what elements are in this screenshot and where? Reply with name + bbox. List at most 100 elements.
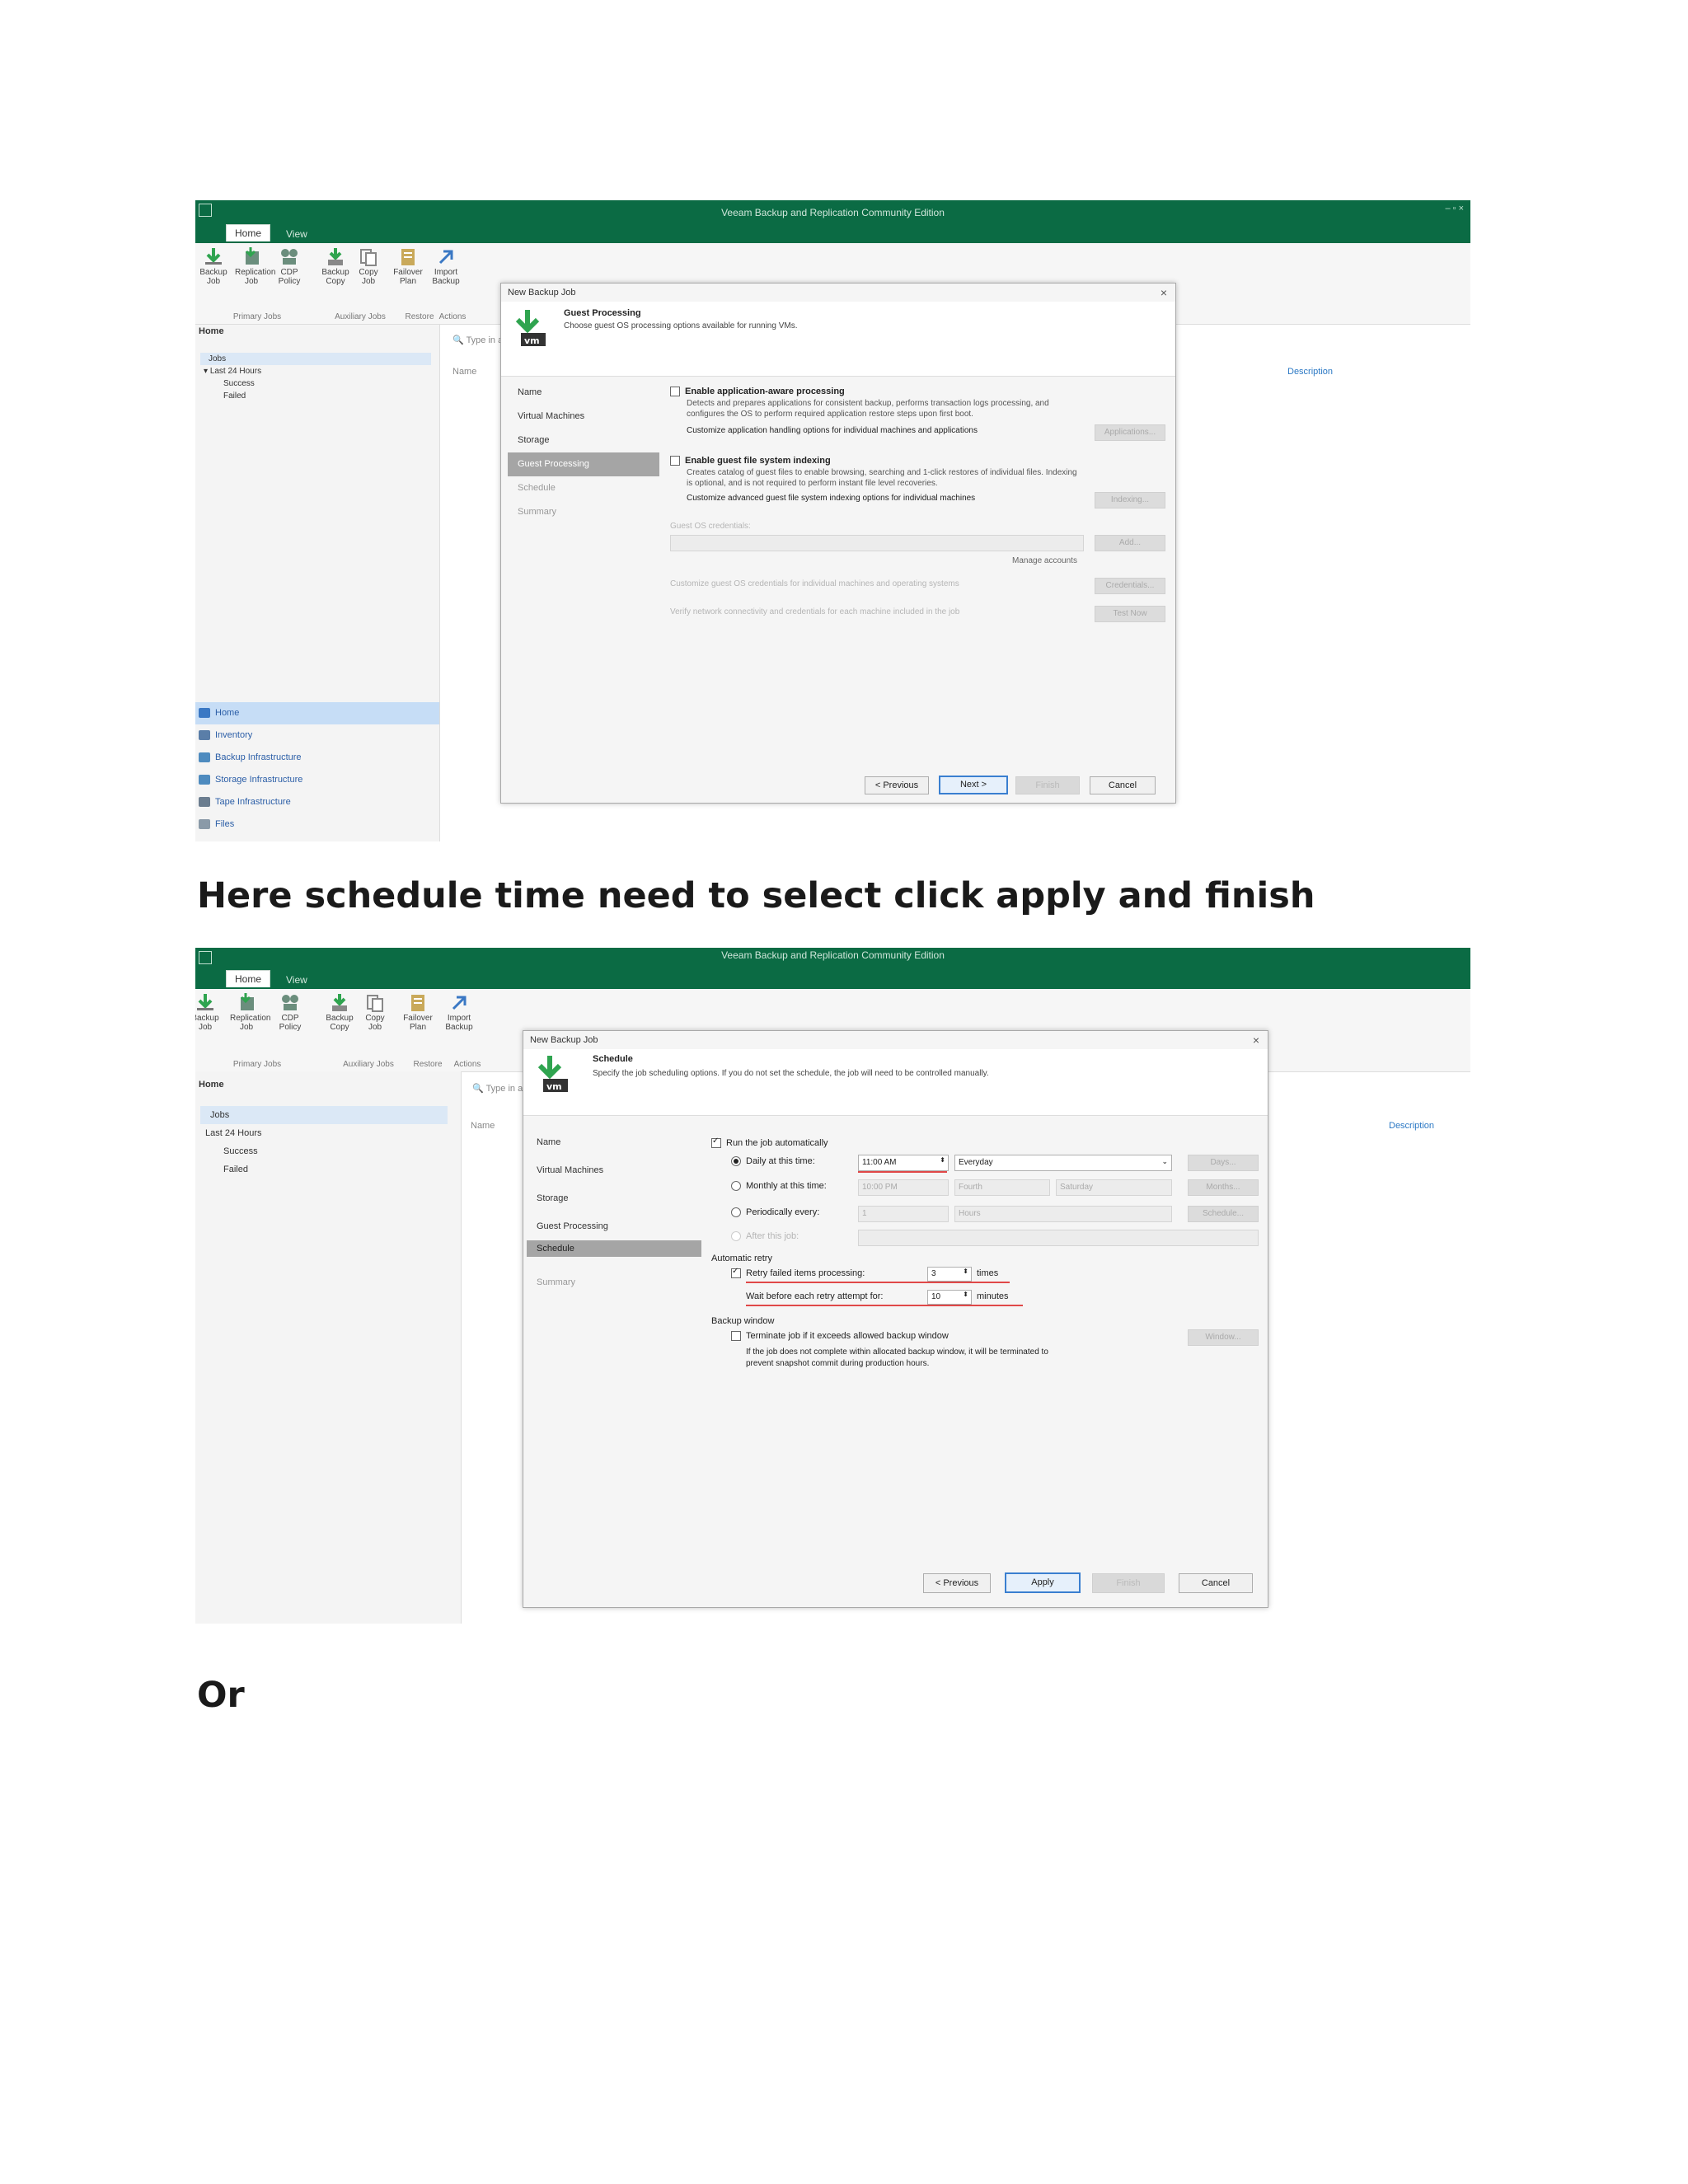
copy-job-button[interactable]: Copy Job [359, 992, 392, 1032]
run-automatically-checkbox[interactable] [711, 1137, 721, 1149]
months-button[interactable]: Months... [1188, 1179, 1259, 1196]
cancel-button[interactable]: Cancel [1179, 1573, 1253, 1593]
daily-frequency-select[interactable]: Everyday ⌄ [954, 1155, 1172, 1171]
step-guest-processing[interactable]: Guest Processing [508, 452, 659, 476]
backup-copy-button[interactable]: Backup Copy [319, 246, 352, 286]
tree-item-failed[interactable]: Failed [200, 1160, 448, 1179]
app-menu-icon[interactable] [199, 204, 212, 217]
monthly-time-field[interactable]: 10:00 PM [858, 1179, 949, 1196]
step-summary[interactable]: Summary [508, 500, 659, 524]
cancel-button[interactable]: Cancel [1090, 776, 1156, 794]
credentials-button[interactable]: Credentials... [1095, 578, 1165, 594]
step-name[interactable]: Name [527, 1128, 701, 1156]
app-menu-icon[interactable] [199, 951, 212, 964]
backup-copy-button[interactable]: Backup Copy [323, 992, 356, 1032]
step-schedule[interactable]: Schedule [508, 476, 659, 500]
import-backup-button[interactable]: Import Backup [443, 992, 476, 1032]
step-storage[interactable]: Storage [508, 429, 659, 452]
failover-plan-button[interactable]: Failover Plan [401, 992, 434, 1032]
after-job-option[interactable]: After this job: [731, 1231, 799, 1242]
step-schedule[interactable]: Schedule [527, 1240, 701, 1257]
finish-button[interactable]: Finish [1015, 776, 1080, 794]
failover-plan-button[interactable]: Failover Plan [392, 246, 424, 286]
terminate-option[interactable]: Terminate job if it exceeds allowed back… [731, 1331, 949, 1342]
periodic-radio[interactable] [731, 1207, 741, 1218]
nav-inventory[interactable]: Inventory [195, 724, 439, 747]
daily-radio[interactable] [731, 1156, 741, 1167]
monthly-option[interactable]: Monthly at this time: [731, 1181, 827, 1192]
apply-button[interactable]: Apply [1005, 1572, 1081, 1593]
applications-button[interactable]: Applications... [1095, 424, 1165, 441]
step-virtual-machines[interactable]: Virtual Machines [508, 405, 659, 429]
finish-button[interactable]: Finish [1092, 1573, 1165, 1593]
monthly-day-select[interactable]: Saturday [1056, 1179, 1172, 1196]
nav-backup-infrastructure[interactable]: Backup Infrastructure [195, 747, 439, 769]
tree-item-failed[interactable]: Failed [200, 390, 431, 402]
add-credentials-button[interactable]: Add... [1095, 535, 1165, 551]
tree-item-last-24-hours[interactable]: Last 24 Hours [200, 1124, 448, 1142]
window-controls[interactable]: – ▫ × [1445, 204, 1464, 213]
daily-time-field[interactable]: 11:00 AM ⬍ [858, 1155, 949, 1171]
monthly-radio[interactable] [731, 1181, 741, 1192]
nav-tape-infrastructure[interactable]: Tape Infrastructure [195, 791, 439, 813]
retry-count-field[interactable]: 3 ⬍ [927, 1267, 972, 1282]
spin-icon[interactable]: ⬍ [940, 1156, 945, 1164]
spin-icon[interactable]: ⬍ [963, 1268, 968, 1275]
schedule-button[interactable]: Schedule... [1188, 1206, 1259, 1222]
tree-item-jobs[interactable]: Jobs [200, 1106, 448, 1124]
step-summary[interactable]: Summary [527, 1268, 701, 1296]
column-name[interactable]: Name [471, 1121, 495, 1131]
indexing-button[interactable]: Indexing... [1095, 492, 1165, 509]
tab-home[interactable]: Home [226, 224, 271, 241]
close-icon[interactable]: × [1253, 1033, 1259, 1047]
tab-view[interactable]: View [278, 226, 316, 242]
previous-button[interactable]: < Previous [923, 1573, 991, 1593]
run-automatically-option[interactable]: Run the job automatically [711, 1137, 828, 1149]
indexing-option[interactable]: Enable guest file system indexing [670, 456, 831, 466]
backup-job-button[interactable]: Backup Job [197, 246, 230, 286]
cdp-policy-button[interactable]: CDP Policy [274, 992, 307, 1032]
nav-files[interactable]: Files [195, 813, 439, 836]
window-button[interactable]: Window... [1188, 1329, 1259, 1346]
step-storage[interactable]: Storage [527, 1184, 701, 1212]
retry-option[interactable]: Retry failed items processing: [731, 1267, 865, 1279]
close-icon[interactable]: × [1160, 286, 1167, 299]
app-aware-checkbox[interactable] [670, 387, 680, 397]
monthly-week-select[interactable]: Fourth [954, 1179, 1050, 1196]
after-job-radio[interactable] [731, 1231, 741, 1242]
step-virtual-machines[interactable]: Virtual Machines [527, 1156, 701, 1184]
daily-option[interactable]: Daily at this time: [731, 1156, 815, 1167]
tree-item-last-24-hours[interactable]: ▾ Last 24 Hours [200, 365, 431, 377]
previous-button[interactable]: < Previous [865, 776, 929, 794]
retry-checkbox[interactable] [731, 1267, 741, 1279]
terminate-checkbox[interactable] [731, 1331, 741, 1342]
tree-item-jobs[interactable]: Jobs [200, 353, 431, 365]
nav-home[interactable]: Home [195, 702, 439, 724]
tab-home[interactable]: Home [226, 970, 271, 987]
days-button[interactable]: Days... [1188, 1155, 1259, 1171]
replication-job-button[interactable]: Replication Job [235, 246, 275, 286]
periodic-unit-select[interactable]: Hours [954, 1206, 1172, 1222]
step-guest-processing[interactable]: Guest Processing [527, 1212, 701, 1240]
indexing-checkbox[interactable] [670, 456, 680, 466]
spin-icon[interactable]: ⬍ [963, 1291, 968, 1298]
cdp-policy-button[interactable]: CDP Policy [273, 246, 306, 286]
manage-accounts-link[interactable]: Manage accounts [1012, 556, 1077, 565]
test-now-button[interactable]: Test Now [1095, 606, 1165, 622]
periodic-option[interactable]: Periodically every: [731, 1207, 819, 1218]
backup-job-button[interactable]: Backup Job [195, 992, 222, 1032]
tree-item-success[interactable]: Success [200, 377, 431, 390]
column-name[interactable]: Name [452, 367, 476, 377]
import-backup-button[interactable]: Import Backup [429, 246, 462, 286]
after-job-select[interactable] [858, 1230, 1259, 1246]
tab-view[interactable]: View [278, 972, 316, 988]
nav-storage-infrastructure[interactable]: Storage Infrastructure [195, 769, 439, 791]
app-aware-option[interactable]: Enable application-aware processing [670, 387, 845, 397]
column-description[interactable]: Description [1389, 1121, 1434, 1131]
tree-item-success[interactable]: Success [200, 1142, 448, 1160]
copy-job-button[interactable]: Copy Job [352, 246, 385, 286]
credentials-select[interactable] [670, 535, 1084, 551]
step-name[interactable]: Name [508, 381, 659, 405]
wait-minutes-field[interactable]: 10 ⬍ [927, 1290, 972, 1305]
column-description[interactable]: Description [1287, 367, 1333, 377]
